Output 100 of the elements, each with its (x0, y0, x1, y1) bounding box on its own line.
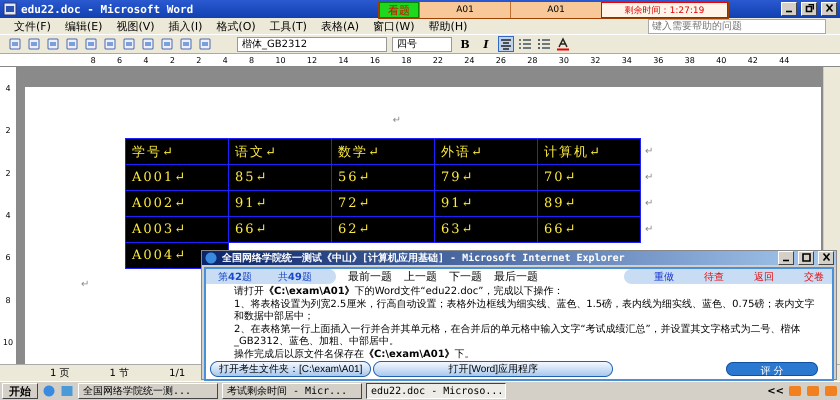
ruler-number: 4 (143, 56, 149, 64)
font-dropdown[interactable]: 楷体_GB2312 (237, 36, 387, 52)
restore-icon (804, 4, 814, 13)
menu-item[interactable]: 视图(V) (116, 18, 155, 34)
ruler-number: 28 (527, 56, 538, 64)
ruler-number: 10 (2, 338, 14, 348)
ruler-number: 4 (222, 56, 228, 64)
minimize-icon (785, 10, 793, 13)
table-cell: 66↵ (228, 216, 332, 242)
minimize-icon (782, 259, 790, 262)
nav-link[interactable]: 下一题 (448, 269, 482, 284)
question-counter: 共49题 (278, 270, 312, 284)
table-cell: 外语↵ (434, 138, 538, 164)
menu-item[interactable]: 文件(F) (14, 18, 51, 34)
ruler-number: 2 (5, 126, 11, 136)
status-text: 1/1 (169, 368, 186, 378)
menu-item[interactable]: 工具(T) (270, 18, 307, 34)
word-icon (3, 2, 17, 16)
minimize-button[interactable] (781, 2, 797, 16)
exam-field: A01 (419, 2, 510, 18)
format-button[interactable]: I (478, 36, 494, 52)
ruler-number: 42 (748, 56, 758, 64)
ruler-number: 2 (196, 56, 202, 64)
bullet-list-icon[interactable] (537, 37, 551, 51)
table-cell: 计算机↵ (538, 138, 640, 164)
size-dropdown[interactable]: 四号 (392, 36, 452, 52)
menu-item[interactable]: 窗口(W) (373, 18, 415, 34)
nav-link[interactable]: 最后一题 (494, 269, 538, 284)
minimize-button[interactable] (778, 251, 794, 265)
table-cell: 89↵ (538, 190, 640, 216)
restore-button[interactable] (801, 2, 817, 16)
ruler-number: 2 (170, 56, 175, 64)
table-cell: 66↵ (538, 216, 640, 242)
format-button[interactable]: B (457, 36, 473, 52)
table-cell: 63↵ (434, 216, 538, 242)
table-cell: 56↵ (332, 164, 434, 190)
close-button[interactable] (818, 251, 834, 265)
table-cell: A001↵ (126, 164, 228, 190)
taskbar-button[interactable]: 考试剩余时间 - Micr... (222, 383, 362, 399)
action-link[interactable]: 交卷 (804, 270, 824, 284)
action-link[interactable]: 返回 (754, 270, 774, 284)
row-end-mark: ↵ (640, 164, 655, 190)
paragraph-mark: ↵ (81, 279, 90, 290)
instruction-text: 2、在表格第一行上面插入一行并合并其单元格，在合并后的单元格中输入文字“考试成绩汇总”，并设置其文字格式为二号、楷体_GB2312、蓝色、加粗、中部居中。 (234, 324, 802, 348)
question-counter: 第42题 (218, 270, 252, 284)
help-search-field[interactable]: 键入需要帮助的问题 (648, 18, 826, 34)
align-center-icon[interactable] (499, 37, 513, 51)
ruler-number: 22 (432, 56, 443, 64)
ruler-number: 40 (716, 56, 726, 64)
menu-item[interactable]: 帮助(H) (428, 18, 468, 34)
ruler-number: 34 (622, 56, 632, 64)
time-remaining: 剩余时间：1:27:19 (601, 2, 728, 18)
grade-button[interactable]: 评 分 (726, 362, 818, 376)
maximize-icon (802, 253, 810, 262)
status-text: 1 页 (50, 367, 70, 380)
close-icon (824, 4, 834, 13)
ruler-number: 38 (684, 56, 695, 64)
table-cell: 85↵ (228, 164, 332, 190)
font-color-icon[interactable] (556, 37, 570, 51)
ruler-number: 14 (338, 56, 349, 64)
instruction-text: 操作完成后以原文件名保存在《C:\exam\A01》下。 (234, 348, 476, 361)
menu-item[interactable]: 表格(A) (320, 18, 360, 34)
ruler-number: 16 (370, 56, 380, 64)
paragraph-mark: ↵ (392, 115, 401, 126)
open-folder-button[interactable]: 打开考生文件夹：[C:\exam\A01] (210, 361, 372, 377)
table-cell: 91↵ (228, 190, 332, 216)
status-text: 1 节 (110, 366, 130, 380)
table-cell: 79↵ (434, 164, 538, 190)
ruler-number: 32 (590, 56, 600, 64)
table-cell: 数学↵ (332, 138, 434, 164)
numbered-list-icon[interactable] (518, 37, 532, 51)
ie-icon (204, 251, 218, 265)
maximize-button[interactable] (798, 251, 814, 265)
instruction-text: 请打开《C:\exam\A01》下的Word文件“edu22.doc”，完成以下操作： (234, 286, 564, 298)
taskbar-button[interactable]: 全国网络学院统一测... (78, 383, 218, 399)
row-end-mark: ↵ (640, 216, 655, 242)
window-title: edu22.doc - Microsoft Word (21, 2, 194, 16)
open-word-button[interactable]: 打开[Word]应用程序 (373, 361, 614, 377)
ruler-number: 18 (401, 56, 412, 64)
table-cell: 学号↵ (126, 138, 228, 164)
table-cell: A003↵ (126, 216, 228, 242)
action-link[interactable]: 待查 (704, 270, 724, 284)
nav-link[interactable]: 上一题 (404, 269, 437, 284)
row-end-mark: ↵ (640, 190, 655, 216)
menu-item[interactable]: 插入(I) (168, 18, 202, 34)
start-button[interactable]: 开始 (2, 383, 38, 399)
menu-item[interactable]: 格式(O) (216, 18, 256, 34)
ruler-number: 8 (90, 56, 96, 64)
ruler-number: 8 (5, 296, 11, 305)
instruction-text: 1、将表格设置为列宽2.5厘米，行高自动设置；表格外边框线为细实线、蓝色、1.5磅，表内线为细实线、蓝色、0.75磅；表内文字和数据中部居中； (234, 298, 816, 324)
menu-item[interactable]: 编辑(E) (64, 18, 102, 34)
tray-expand[interactable]: << (767, 386, 784, 396)
ruler-number: 4 (5, 84, 11, 93)
taskbar-button[interactable]: edu22.doc - Microso... (366, 383, 506, 399)
close-button[interactable] (821, 2, 837, 16)
ruler-number: 12 (306, 56, 318, 64)
table-cell: 62↵ (332, 216, 434, 242)
nav-link[interactable]: 最前一题 (348, 269, 392, 284)
ruler-number: 44 (779, 56, 790, 64)
action-link[interactable]: 重做 (654, 270, 674, 284)
